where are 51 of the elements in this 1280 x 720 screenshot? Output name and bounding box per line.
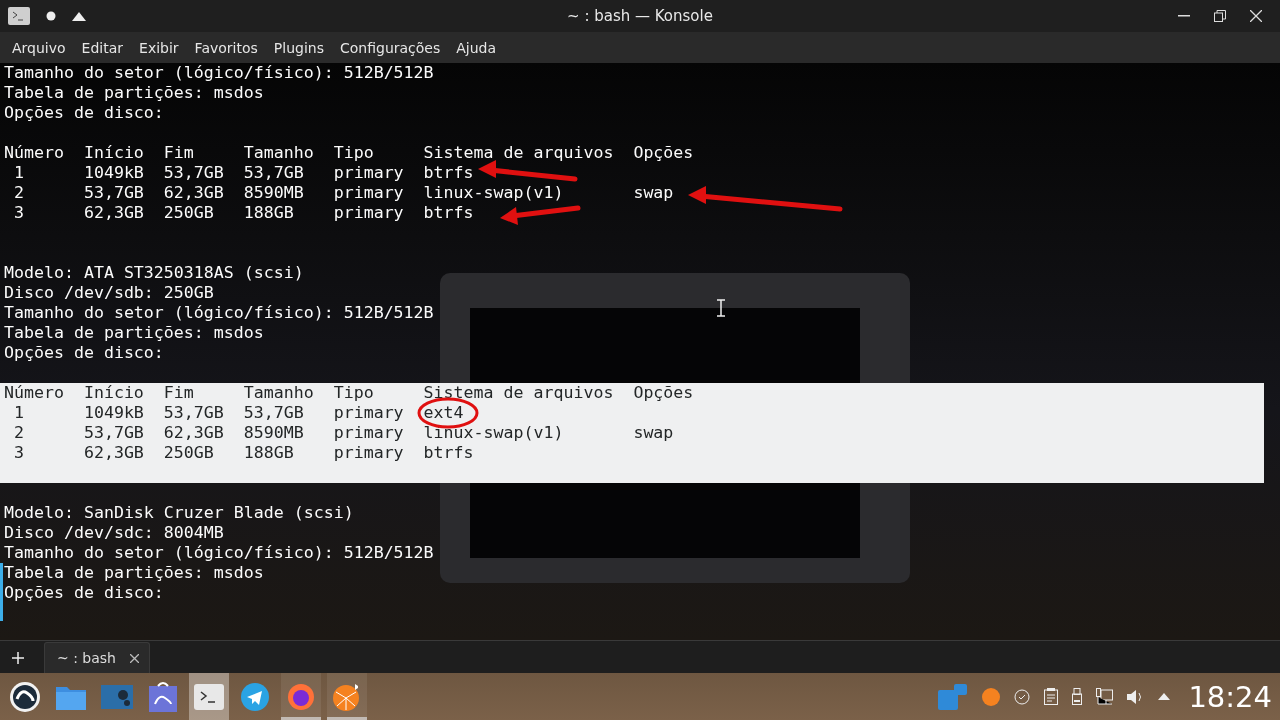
terminal-line: 3 62,3GB 250GB 188GB primary btrfs — [13, 443, 474, 463]
terminal-line: Modelo: SanDisk Cruzer Blade (scsi) — [4, 503, 354, 523]
minimize-icon — [1178, 15, 1190, 17]
terminal-line: Disco /dev/sdc: 8004MB — [4, 523, 224, 543]
terminal-line: 1 1049kB 53,7GB 53,7GB primary btrfs — [13, 163, 474, 183]
citrus-slice-icon — [332, 681, 362, 712]
terminal-line: Opções de disco: — [4, 343, 164, 363]
pin-dot-icon[interactable] — [46, 11, 56, 21]
terminal-tab[interactable]: ~ : bash — [44, 642, 150, 673]
restore-icon — [1214, 10, 1226, 22]
terminal-line: Tamanho do setor (lógico/físico): 512B/512B — [4, 63, 434, 83]
menu-item[interactable]: Configurações — [331, 35, 449, 60]
terminal-line: Tabela de partições: msdos — [4, 563, 264, 583]
tab-label: ~ : bash — [57, 650, 116, 666]
expand-tray-icon[interactable] — [1158, 693, 1171, 700]
terminal-line: Modelo: ATA ST3250318AS (scsi) — [4, 263, 304, 283]
terminal-line: 2 53,7GB 62,3GB 8590MB primary linux-swap(v1) swap — [13, 423, 674, 443]
scroll-marker — [0, 563, 3, 621]
menu-item[interactable]: Exibir — [131, 35, 187, 60]
menu-item[interactable]: Plugins — [265, 35, 332, 60]
close-tab-icon[interactable] — [130, 653, 139, 663]
shopping-bag-icon — [149, 681, 177, 712]
close-icon — [1250, 10, 1262, 22]
terminal-line: 1 1049kB 53,7GB 53,7GB primary ext4 — [13, 403, 464, 423]
plus-icon — [12, 652, 24, 664]
terminal-line: Tamanho do setor (lógico/físico): 512B/512B — [4, 543, 434, 563]
terminal-line: 3 62,3GB 250GB 188GB primary btrfs — [13, 203, 474, 223]
menu-item[interactable]: Editar — [73, 35, 132, 60]
terminal-line: Número Início Fim Tamanho Tipo Sistema de arquivos Opções — [4, 383, 694, 403]
menu-item[interactable]: Arquivo — [4, 35, 74, 60]
usb-drive-icon[interactable] — [1072, 688, 1083, 705]
network-icon[interactable] — [1096, 688, 1114, 705]
terminal-line: 2 53,7GB 62,3GB 8590MB primary linux-swap(v1) swap — [13, 183, 674, 203]
check-circle-icon[interactable] — [1014, 688, 1031, 705]
paper-plane-icon — [241, 682, 269, 711]
clock[interactable]: 18:24 — [1188, 679, 1272, 714]
menu-item[interactable]: Ajuda — [448, 35, 505, 60]
text-cursor-icon — [716, 299, 726, 317]
menu-item[interactable]: Favoritos — [186, 35, 266, 60]
clipboard-icon[interactable] — [1044, 688, 1059, 705]
terminal-icon[interactable] — [8, 7, 30, 25]
window-title: ~ : bash — Konsole — [567, 7, 713, 25]
terminal-line: Tabela de partições: msdos — [4, 83, 264, 103]
terminal-line: Disco /dev/sdb: 250GB — [4, 283, 214, 303]
terminal-line: Opções de disco: — [4, 103, 164, 123]
keep-above-icon[interactable] — [72, 11, 86, 21]
terminal-line: Tamanho do setor (lógico/físico): 512B/512B — [4, 303, 434, 323]
terminal-line: Número Início Fim Tamanho Tipo Sistema de arquivos Opções — [4, 143, 694, 163]
terminal-line: Opções de disco: — [4, 583, 164, 603]
terminal-line: Tabela de partições: msdos — [4, 323, 264, 343]
terminal-icon — [194, 683, 224, 710]
